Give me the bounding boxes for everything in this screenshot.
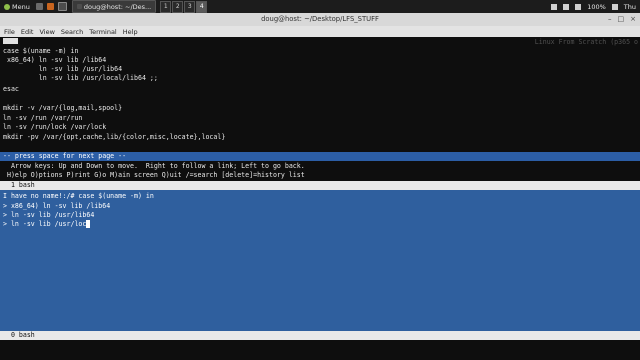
battery-percent: 100% xyxy=(587,2,606,11)
minimize-button[interactable]: – xyxy=(608,15,612,23)
doc-line: ln -sv lib /usr/lib64 xyxy=(3,65,123,73)
terminal-area[interactable]: Linux From Scratch (p365 o case $(uname … xyxy=(0,37,640,360)
system-tray: 100% Thu xyxy=(551,0,636,13)
terminal-launcher-icon[interactable] xyxy=(57,2,67,11)
menu-file[interactable]: File xyxy=(4,28,15,36)
workspace-4[interactable]: 4 xyxy=(196,0,208,13)
tmux-top-bar: 1 bash xyxy=(0,181,640,190)
doc-header: Linux From Scratch (p365 o xyxy=(534,38,638,46)
battery-icon[interactable] xyxy=(575,3,582,10)
pager-help-line: Arrow keys: Up and Down to move. Right t… xyxy=(3,162,305,170)
files-launcher-icon[interactable] xyxy=(35,3,43,10)
window-titlebar[interactable]: doug@host: ~/Desktop/LFS_STUFF – □ × xyxy=(0,13,640,27)
shell-line: > ln -sv lib /usr/loc xyxy=(3,220,87,228)
doc-line: ln -sv /run /var/run xyxy=(3,114,83,122)
network-icon[interactable] xyxy=(551,3,558,10)
doc-line: mkdir -v /var/{log,mail,spool} xyxy=(3,104,123,112)
terminal-icon xyxy=(76,4,82,9)
tmux-bottom-bar: 0 bash xyxy=(0,331,640,340)
menu-terminal[interactable]: Terminal xyxy=(89,28,116,36)
workspace-3[interactable]: 3 xyxy=(184,0,196,13)
pager-status: -- press space for next page -- xyxy=(3,152,127,160)
volume-icon[interactable] xyxy=(563,3,570,10)
doc-line: esac xyxy=(3,85,19,93)
menu-label: Menu xyxy=(12,2,30,11)
shell-line: > ln -sv lib /usr/lib64 xyxy=(3,211,95,219)
menu-view[interactable]: View xyxy=(39,28,54,36)
menu-edit[interactable]: Edit xyxy=(21,28,34,36)
workspace-2[interactable]: 2 xyxy=(172,0,184,13)
maximize-button[interactable]: □ xyxy=(618,15,625,23)
doc-line: ln -sv lib /usr/local/lib64 ;; xyxy=(3,74,158,82)
shell-line: > x86_64) ln -sv lib /lib64 xyxy=(3,202,111,210)
doc-line: x86_64) ln -sv lib /lib64 xyxy=(3,56,107,64)
taskbar-terminal-label: doug@host: ~/Des... xyxy=(83,2,152,11)
shell-input-line[interactable]: > ln -sv lib /usr/loc xyxy=(3,220,91,228)
window-title: doug@host: ~/Desktop/LFS_STUFF xyxy=(261,15,379,23)
brightness-icon[interactable] xyxy=(611,3,618,10)
menubar: File Edit View Search Terminal Help xyxy=(0,26,640,37)
app-menu-button[interactable]: Menu xyxy=(0,0,34,13)
tmux-window-label[interactable]: 1 bash xyxy=(3,181,35,189)
clock[interactable]: Thu xyxy=(624,3,636,11)
shell-pane[interactable]: I have no name!:/# case $(uname -m) in >… xyxy=(0,190,640,331)
pager-help-line: H)elp O)ptions P)rint G)o M)ain screen Q… xyxy=(3,171,305,179)
doc-line: ln -sv /run/lock /var/lock xyxy=(3,123,107,131)
doc-line: case $(uname -m) in xyxy=(3,47,79,55)
taskbar-terminal-button[interactable]: doug@host: ~/Des... xyxy=(71,0,157,13)
pager-status-bar: -- press space for next page -- xyxy=(0,152,640,161)
menu-help[interactable]: Help xyxy=(123,28,138,36)
top-panel: Menu doug@host: ~/Des... 1 2 3 4 100% Th… xyxy=(0,0,640,13)
menu-icon xyxy=(4,3,10,10)
workspace-1[interactable]: 1 xyxy=(160,0,172,13)
text-selection-marker xyxy=(3,38,18,44)
text-cursor xyxy=(86,220,91,228)
close-button[interactable]: × xyxy=(630,15,636,23)
shell-line: I have no name!:/# case $(uname -m) in xyxy=(3,192,154,200)
browser-launcher-icon[interactable] xyxy=(46,3,54,10)
tmux-window-label[interactable]: 0 bash xyxy=(3,331,35,339)
workspace-switcher: 1 2 3 4 xyxy=(160,0,208,13)
menu-search[interactable]: Search xyxy=(61,28,83,36)
doc-line: mkdir -pv /var/{opt,cache,lib/{color,mis… xyxy=(3,133,226,141)
